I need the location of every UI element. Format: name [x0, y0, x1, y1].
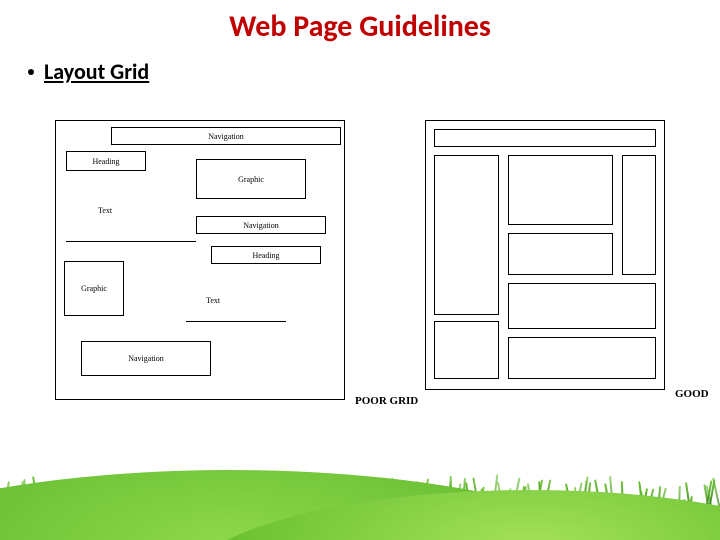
bullet-dot-icon — [28, 69, 34, 75]
poor-divider — [66, 241, 196, 242]
poor-heading-1: Heading — [66, 151, 146, 171]
poor-nav-bottom: Navigation — [81, 341, 211, 376]
poor-nav-mid: Navigation — [196, 216, 326, 234]
poor-graphic-1: Graphic — [196, 159, 306, 199]
poor-text-1: Text — [98, 206, 112, 215]
page-title: Web Page Guidelines — [0, 8, 720, 45]
poor-nav-top: Navigation — [111, 127, 341, 145]
poor-divider-2 — [186, 321, 286, 322]
poor-heading-2: Heading — [211, 246, 321, 264]
poor-grid-diagram: Navigation Heading Graphic Text Navigati… — [55, 120, 345, 400]
bullet-text: Layout Grid — [44, 58, 149, 85]
poor-graphic-2: Graphic — [64, 261, 124, 316]
good-footer — [508, 337, 656, 379]
good-main-mid — [508, 233, 613, 275]
good-right-strip — [622, 155, 656, 275]
good-left-bottom — [434, 321, 499, 379]
layout-grid-figure: Navigation Heading Graphic Text Navigati… — [55, 120, 675, 410]
good-grid-caption: GOOD — [675, 388, 709, 400]
slide: Web Page Guidelines Layout Grid Navigati… — [0, 0, 720, 540]
poor-grid-caption: POOR GRID — [355, 395, 418, 407]
good-main-top — [508, 155, 613, 225]
good-header — [434, 129, 656, 147]
grass-footer-decoration — [0, 450, 720, 540]
good-grid-diagram — [425, 120, 665, 390]
bullet-layout-grid: Layout Grid — [28, 58, 149, 85]
good-left-col — [434, 155, 499, 315]
poor-text-2: Text — [206, 296, 220, 305]
good-main-bottom — [508, 283, 656, 329]
good-left-box — [434, 155, 499, 315]
